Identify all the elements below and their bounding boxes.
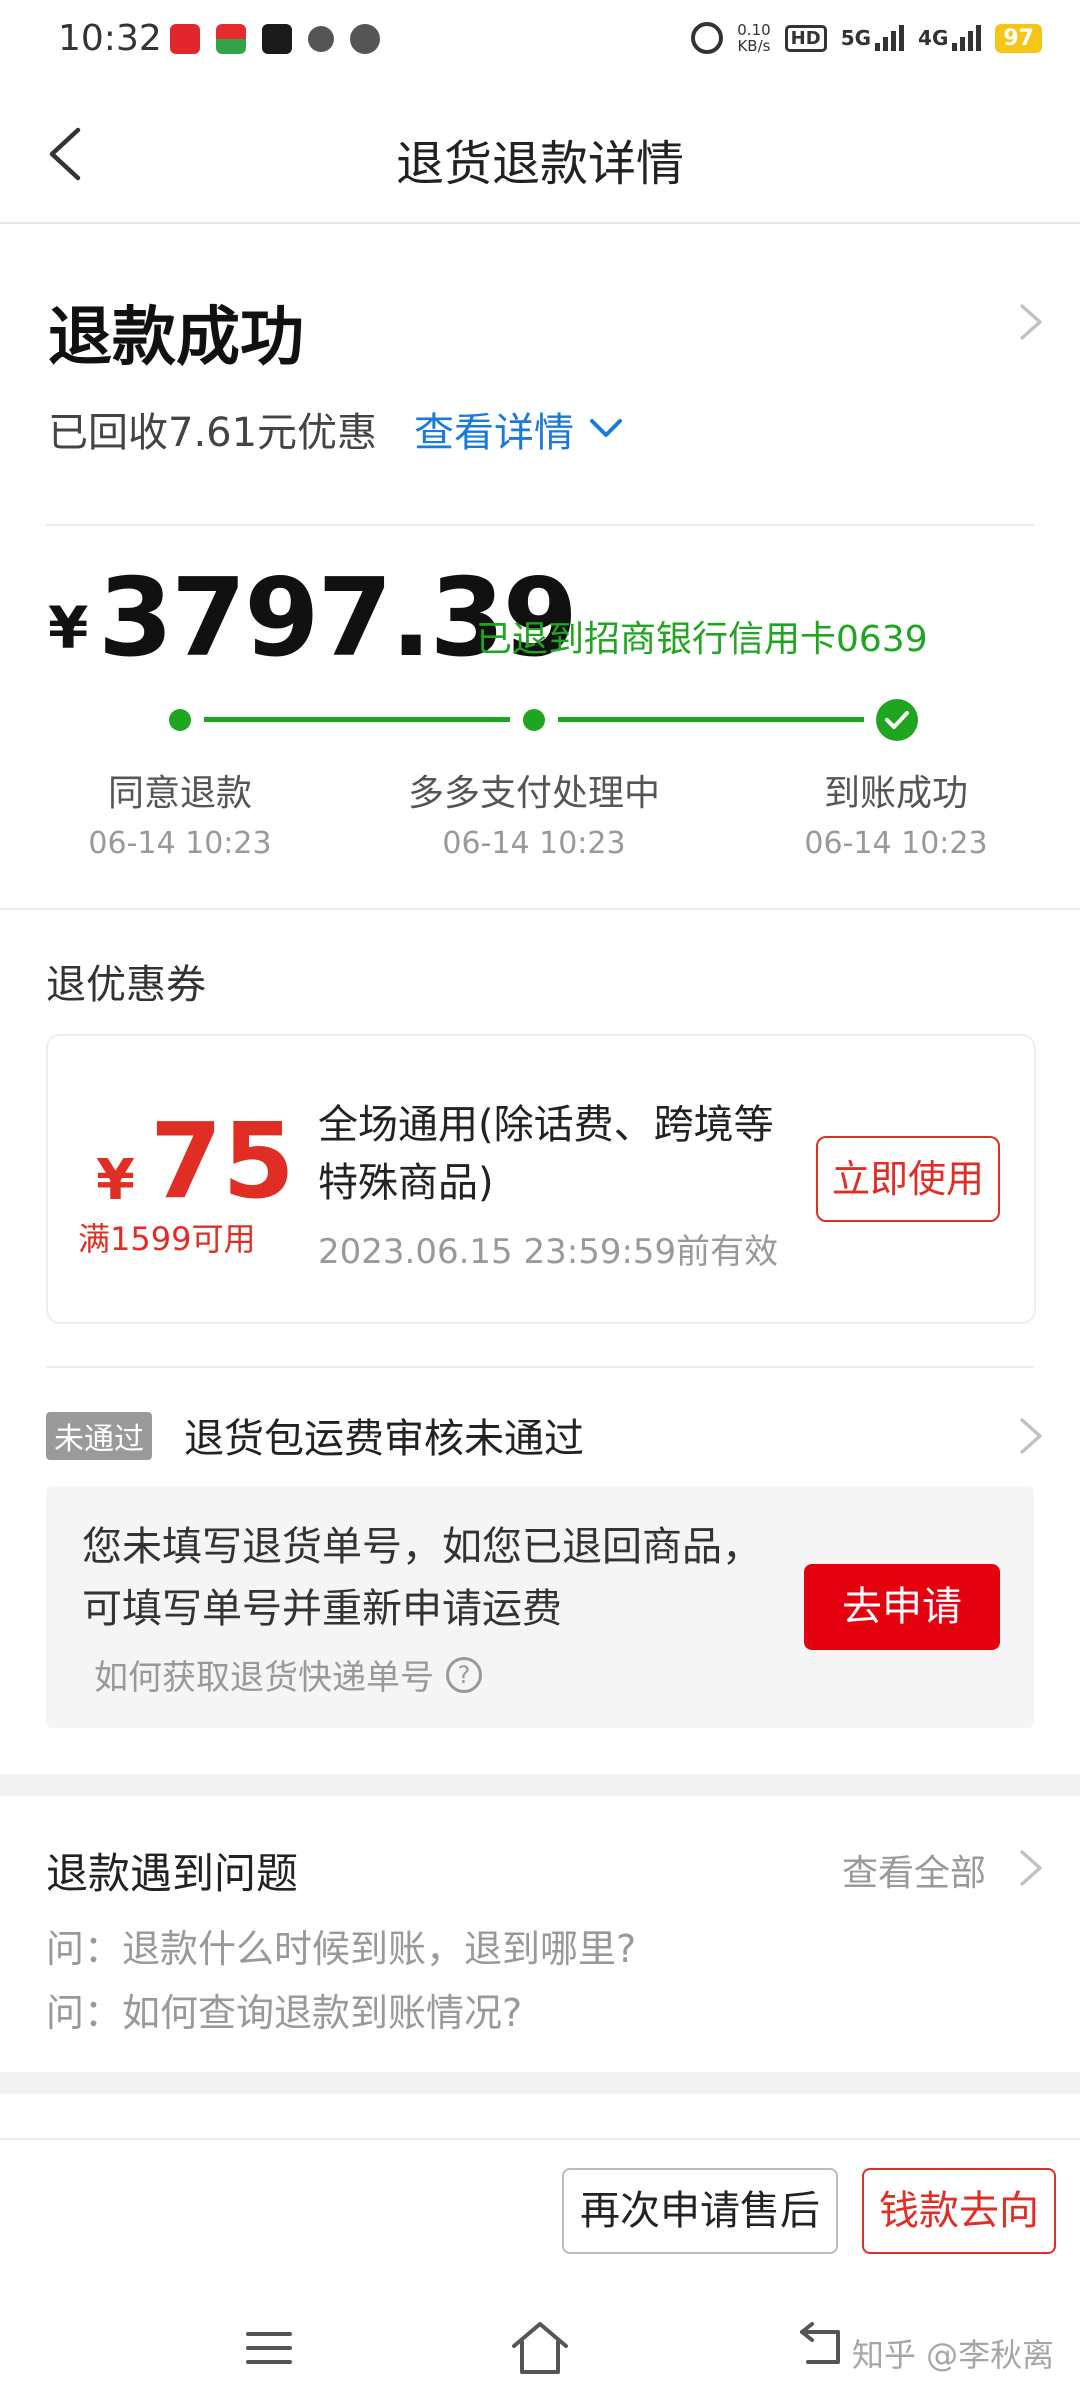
signal-bars-icon (875, 25, 905, 51)
currency-symbol: ¥ (48, 594, 89, 662)
alarm-icon (691, 22, 724, 54)
status-bar: 10:32 0.10 KB/s HD 5G 4G 97 (0, 0, 1080, 84)
recovered-discount-text: 已回收7.61元优惠 (48, 410, 378, 456)
nav-bar: 退货退款详情 (0, 84, 1080, 224)
system-indicators: 0.10 KB/s HD 5G 4G 97 (691, 22, 1042, 54)
coupon-condition: 满1599可用 (78, 1220, 256, 1258)
hd-icon: HD (784, 24, 827, 52)
divider (0, 2138, 1080, 2140)
refund-status-title: 退款成功 (48, 301, 304, 375)
faq-question[interactable]: 问：如何查询退款到账情况? (46, 1982, 522, 2037)
coupon-section-title: 退优惠券 (46, 962, 206, 1008)
signal-5g: 5G (841, 25, 905, 51)
coupon-amount: 75 (150, 1100, 295, 1222)
progress-step-time: 06-14 10:23 (442, 826, 626, 861)
divider (0, 908, 1080, 910)
notification-icons (170, 24, 380, 54)
progress-dot (169, 709, 191, 731)
battery-icon: 97 (995, 23, 1042, 53)
apply-button[interactable]: 去申请 (804, 1564, 1000, 1650)
progress-line (204, 717, 510, 722)
zhihu-notification-icon (308, 26, 334, 52)
coupon-currency: ¥ (96, 1148, 135, 1213)
view-details-link[interactable]: 查看详情 (414, 400, 624, 458)
check-circle-icon (876, 699, 918, 741)
section-gap (0, 1774, 1080, 1796)
progress-step-label: 到账成功 (823, 773, 968, 814)
menu-icon[interactable] (246, 2330, 292, 2366)
shipping-fee-title[interactable]: 退货包运费审核未通过 (184, 1406, 584, 1464)
chevron-down-icon (590, 419, 622, 437)
signal-4g: 4G (918, 25, 982, 51)
app-notification-icon (216, 24, 246, 54)
progress-step-time: 06-14 10:23 (88, 826, 272, 861)
page-title: 退货退款详情 (395, 136, 684, 192)
watermark: 知乎 @李秋离 (852, 2336, 1055, 2374)
tracking-help-link[interactable]: 如何获取退货快递单号 ? (94, 1650, 482, 1699)
shipping-fee-message: 您未填写退货单号，如您已退回商品，可填写单号并重新申请运费 (82, 1524, 762, 1632)
coupon-description: 全场通用(除话费、跨境等特殊商品) (318, 1102, 774, 1206)
divider (46, 1366, 1034, 1368)
reapply-after-sales-button[interactable]: 再次申请售后 (562, 2168, 838, 2254)
system-nav-bar: 知乎 @李秋离 (0, 2290, 1080, 2408)
progress-step-time: 06-14 10:23 (804, 826, 988, 861)
system-back-icon[interactable] (798, 2320, 848, 2370)
status-time: 10:32 (58, 18, 162, 59)
home-icon[interactable] (510, 2320, 570, 2376)
network-speed: 0.10 KB/s (737, 21, 771, 55)
faq-title: 退款遇到问题 (46, 1849, 299, 1898)
chevron-right-icon[interactable] (1010, 302, 1050, 342)
section-gap (0, 2072, 1080, 2094)
coupon-validity: 2023.06.15 23:59:59前有效 (318, 1232, 779, 1272)
coupon-card: ¥ 75 满1599可用 全场通用(除话费、跨境等特殊商品) 2023.06.1… (46, 1034, 1036, 1324)
progress-line (558, 717, 864, 722)
progress-step-label: 同意退款 (107, 773, 252, 814)
question-circle-icon: ? (446, 1656, 482, 1693)
signal-bars-icon (952, 25, 982, 51)
money-flow-button[interactable]: 钱款去向 (862, 2168, 1056, 2254)
progress-dot (523, 709, 545, 731)
chevron-right-icon[interactable] (1010, 1416, 1050, 1456)
progress-step-label: 多多支付处理中 (407, 773, 660, 814)
status-badge: 未通过 (46, 1412, 152, 1460)
compass-notification-icon (350, 24, 380, 54)
faq-question[interactable]: 问：退款什么时候到账，退到哪里? (46, 1918, 636, 1973)
app-notification-icon (262, 24, 292, 54)
view-all-link[interactable]: 查看全部 (842, 1844, 986, 1896)
shipping-fee-panel: 您未填写退货单号，如您已退回商品，可填写单号并重新申请运费 如何获取退货快递单号… (46, 1486, 1034, 1728)
app-notification-icon (170, 24, 200, 54)
refund-destination: 已退到招商银行信用卡0639 (476, 619, 928, 660)
use-coupon-button[interactable]: 立即使用 (816, 1136, 1000, 1222)
chevron-right-icon[interactable] (1010, 1848, 1050, 1888)
refund-progress (0, 690, 1080, 750)
divider (46, 524, 1034, 526)
